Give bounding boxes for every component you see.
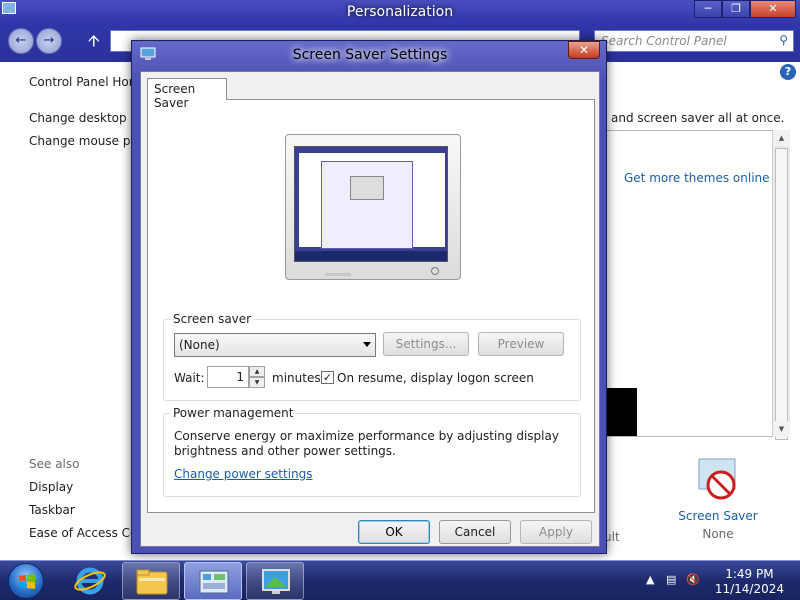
monitor-preview bbox=[285, 134, 461, 280]
forward-button[interactable]: → bbox=[36, 28, 62, 54]
monitor-slot bbox=[325, 273, 351, 276]
clock-time: 1:49 PM bbox=[725, 567, 774, 581]
power-management-label: Power management bbox=[170, 406, 297, 420]
wait-minutes-input[interactable]: 1 bbox=[207, 366, 249, 388]
screen-saver-select[interactable]: (None) bbox=[174, 333, 376, 357]
see-also-taskbar[interactable]: Taskbar bbox=[29, 503, 75, 517]
on-resume-checkbox[interactable]: ✓ bbox=[321, 371, 334, 384]
themes-scrollbar[interactable]: ▲ ▼ bbox=[772, 130, 790, 440]
minimize-button[interactable]: ─ bbox=[694, 0, 722, 18]
screen-saver-select-value: (None) bbox=[179, 338, 220, 352]
spin-up-icon[interactable]: ▲ bbox=[249, 366, 265, 377]
preview-button[interactable]: Preview bbox=[478, 332, 564, 356]
screen-saver-settings-dialog: Screen Saver Settings ✕ Screen Saver Scr… bbox=[131, 40, 607, 554]
settings-button[interactable]: Settings... bbox=[383, 332, 469, 356]
scroll-thumb[interactable] bbox=[775, 148, 788, 440]
windows-logo-icon bbox=[19, 574, 35, 589]
search-icon[interactable]: ⚲ bbox=[779, 33, 788, 47]
maximize-button[interactable]: ❐ bbox=[722, 0, 750, 18]
preview-window-front bbox=[321, 161, 413, 249]
search-placeholder: Search Control Panel bbox=[601, 34, 727, 48]
taskbar-internet-explorer[interactable] bbox=[66, 562, 116, 600]
dialog-body: Screen Saver Screen saver (None) Setting… bbox=[140, 71, 600, 547]
screen-saver-tile-label: Screen Saver bbox=[678, 509, 758, 523]
power-description-line2: brightness and other power settings. bbox=[174, 444, 396, 458]
help-icon[interactable]: ? bbox=[780, 64, 796, 80]
search-input[interactable]: Search Control Panel ⚲ bbox=[594, 30, 794, 52]
caption-buttons: ─ ❐ ✕ bbox=[694, 0, 796, 18]
spin-down-icon[interactable]: ▼ bbox=[249, 377, 265, 388]
power-management-group: Power management Conserve energy or maxi… bbox=[163, 406, 581, 497]
folder-icon bbox=[136, 569, 168, 595]
wait-spinner[interactable]: ▲ ▼ bbox=[249, 366, 265, 388]
taskbar-screen-saver-settings[interactable] bbox=[246, 562, 304, 600]
cancel-button[interactable]: Cancel bbox=[439, 520, 511, 544]
screen-saver-icon bbox=[693, 455, 743, 505]
monitor-icon bbox=[262, 569, 290, 594]
clock-date: 11/14/2024 bbox=[714, 582, 784, 596]
internet-explorer-icon bbox=[74, 567, 106, 595]
preview-taskbar bbox=[295, 251, 447, 261]
taskbar-file-explorer[interactable] bbox=[122, 562, 180, 600]
see-also-heading: See also bbox=[29, 457, 80, 471]
show-hidden-icons-icon[interactable]: ▲ bbox=[646, 573, 654, 586]
on-resume-label: On resume, display logon screen bbox=[337, 371, 534, 385]
see-also-display[interactable]: Display bbox=[29, 480, 73, 494]
taskbar-control-panel[interactable] bbox=[184, 562, 242, 600]
left-link-control-panel-home[interactable]: Control Panel Home bbox=[29, 75, 148, 89]
personalization-description: and screen saver all at once. bbox=[611, 111, 785, 125]
tab-panel: Screen saver (None) Settings... Preview … bbox=[147, 99, 595, 513]
up-icon[interactable]: 🡩 bbox=[88, 30, 100, 57]
monitor-screen bbox=[294, 146, 448, 262]
dialog-close-button[interactable]: ✕ bbox=[568, 41, 600, 59]
screen-saver-group-label: Screen saver bbox=[170, 312, 255, 326]
network-icon[interactable]: ▤ bbox=[666, 573, 676, 586]
screen-saver-tile-value: None bbox=[702, 527, 734, 541]
dialog-title: Screen Saver Settings bbox=[292, 47, 448, 63]
ok-button[interactable]: OK bbox=[358, 520, 430, 544]
window-title: Personalization bbox=[346, 4, 454, 20]
monitor-power-icon bbox=[431, 267, 439, 275]
scroll-up-icon[interactable]: ▲ bbox=[773, 130, 790, 146]
chevron-down-icon bbox=[363, 342, 371, 347]
system-tray: ▲ ▤ 🔇 1:49 PM 11/14/2024 bbox=[630, 561, 800, 600]
screen-saver-group: Screen saver (None) Settings... Preview … bbox=[163, 312, 581, 401]
clock[interactable]: 1:49 PM 11/14/2024 bbox=[715, 567, 784, 597]
close-button[interactable]: ✕ bbox=[750, 0, 796, 18]
minutes-label: minutes bbox=[272, 371, 321, 385]
volume-muted-icon[interactable]: 🔇 bbox=[686, 573, 700, 586]
apply-button[interactable]: Apply bbox=[520, 520, 592, 544]
change-power-settings-link[interactable]: Change power settings bbox=[174, 467, 313, 481]
screen-saver-tile[interactable]: Screen Saver None bbox=[672, 455, 764, 541]
get-themes-link[interactable]: Get more themes online bbox=[624, 171, 770, 185]
tab-screen-saver[interactable]: Screen Saver bbox=[147, 78, 227, 110]
scroll-down-icon[interactable]: ▼ bbox=[773, 421, 790, 437]
back-button[interactable]: ← bbox=[8, 28, 34, 54]
start-button[interactable] bbox=[8, 563, 44, 599]
taskbar: ▲ ▤ 🔇 1:49 PM 11/14/2024 bbox=[0, 560, 800, 600]
power-description-line1: Conserve energy or maximize performance … bbox=[174, 429, 559, 443]
control-panel-icon bbox=[199, 570, 229, 594]
wait-label: Wait: bbox=[174, 371, 205, 385]
